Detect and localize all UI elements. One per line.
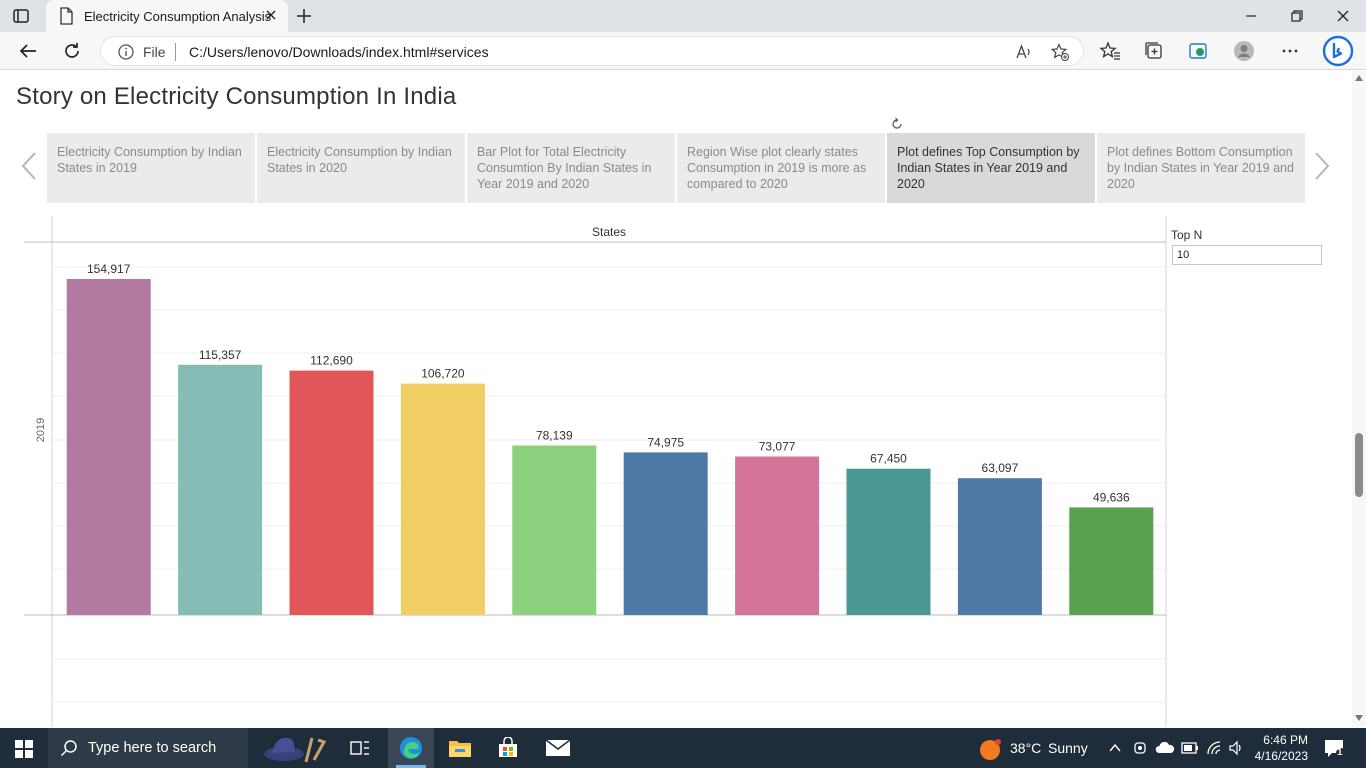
bar-2[interactable] xyxy=(178,364,263,615)
clock-time: 6:46 PM xyxy=(1263,733,1308,747)
bing-copilot-icon[interactable] xyxy=(1322,35,1354,67)
wifi-icon[interactable] xyxy=(1206,740,1222,756)
story-point-6[interactable]: Plot defines Bottom Consumption by India… xyxy=(1097,133,1305,203)
volume-icon[interactable] xyxy=(1228,740,1244,756)
story-page: Story on Electricity Consumption In Indi… xyxy=(0,71,1352,727)
bar-10[interactable] xyxy=(1069,507,1154,615)
edge-taskbar-active[interactable] xyxy=(388,728,434,768)
story-point-label: Electricity Consumption by Indian States… xyxy=(267,145,452,175)
x-axis-header: States xyxy=(592,225,626,239)
favorites-icon[interactable] xyxy=(1099,40,1121,62)
read-aloud-icon[interactable] xyxy=(1015,43,1033,61)
bar-value-label: 115,357 xyxy=(199,348,242,362)
edge-extension-icon[interactable] xyxy=(1187,40,1209,62)
search-placeholder: Type here to search xyxy=(88,740,217,756)
taskbar-search-box[interactable]: Type here to search xyxy=(48,728,327,768)
omnibox-divider xyxy=(175,43,176,61)
minimize-icon[interactable] xyxy=(1241,6,1261,26)
address-bar[interactable]: File C:/Users/lenovo/Downloads/index.htm… xyxy=(100,36,1084,66)
bar-value-label: 67,450 xyxy=(870,452,907,466)
battery-icon[interactable] xyxy=(1181,742,1199,754)
file-explorer-icon[interactable] xyxy=(448,738,472,758)
bar-value-label: 73,077 xyxy=(759,440,796,454)
new-tab-icon[interactable] xyxy=(294,6,314,26)
weather-sun-icon[interactable] xyxy=(979,737,1003,761)
browser-tab[interactable]: Electricity Consumption Analysis xyxy=(46,0,288,32)
bar-3[interactable] xyxy=(289,370,374,615)
task-view-icon[interactable] xyxy=(350,739,370,757)
page-scrollbar[interactable] xyxy=(1352,71,1366,727)
row-header-year: 2019 xyxy=(35,418,47,442)
story-navigator: Electricity Consumption by Indian States… xyxy=(47,133,1305,203)
story-title: Story on Electricity Consumption In Indi… xyxy=(16,83,457,110)
story-point-1[interactable]: Electricity Consumption by Indian States… xyxy=(47,133,255,203)
bar-7[interactable] xyxy=(735,456,820,616)
story-point-label: Electricity Consumption by Indian States… xyxy=(57,145,242,175)
restore-icon[interactable] xyxy=(1287,6,1307,26)
search-highlight-hat-icon xyxy=(264,737,327,763)
mail-icon[interactable] xyxy=(545,739,571,757)
system-clock[interactable]: 6:46 PM 4/16/2023 xyxy=(1255,732,1308,764)
story-point-label: Plot defines Bottom Consumption by India… xyxy=(1107,145,1294,191)
windows-taskbar: Type here to search 38°C Sunny 6:46 PM 4… xyxy=(0,728,1366,768)
bar-series xyxy=(66,279,1154,616)
scroll-down-icon[interactable] xyxy=(1355,715,1363,721)
tab-actions-icon[interactable] xyxy=(12,7,30,25)
windows-start-icon[interactable] xyxy=(15,740,33,758)
microsoft-store-icon[interactable] xyxy=(497,737,519,759)
story-point-5-active[interactable]: Plot defines Top Consumption by Indian S… xyxy=(887,133,1095,203)
url-text[interactable]: C:/Users/lenovo/Downloads/index.html#ser… xyxy=(189,44,489,60)
story-next-arrow-icon[interactable] xyxy=(1313,151,1331,181)
clock-date: 4/16/2023 xyxy=(1254,749,1308,763)
weather-condition: Sunny xyxy=(1048,740,1088,756)
bar-9[interactable] xyxy=(957,478,1042,615)
notification-count: 1 xyxy=(1337,747,1343,758)
bar-value-label: 78,139 xyxy=(536,429,573,443)
search-icon xyxy=(60,740,77,757)
bar-4[interactable] xyxy=(400,383,485,615)
add-favorite-icon[interactable] xyxy=(1051,43,1069,61)
back-arrow-icon[interactable] xyxy=(17,40,39,62)
close-tab-icon[interactable] xyxy=(264,8,278,22)
weather-temperature: 38°C xyxy=(1010,740,1042,756)
bar-value-label: 106,720 xyxy=(421,367,465,381)
story-point-label: Region Wise plot clearly states Consumpt… xyxy=(687,145,867,191)
story-point-label: Plot defines Top Consumption by Indian S… xyxy=(897,145,1080,191)
close-window-icon[interactable] xyxy=(1333,6,1353,26)
bar-1[interactable] xyxy=(66,279,151,615)
collections-icon[interactable] xyxy=(1143,40,1165,62)
onedrive-cloud-icon[interactable] xyxy=(1155,742,1175,754)
browser-titlebar: Electricity Consumption Analysis xyxy=(0,0,1366,32)
scroll-thumb[interactable] xyxy=(1355,433,1363,497)
top-consumption-bar-chart: States 2019 154,917 115,357 112,690 106,720… xyxy=(24,216,1167,727)
bar-value-label: 112,690 xyxy=(310,354,353,368)
tray-chevron-up-icon[interactable] xyxy=(1108,741,1122,755)
profile-avatar-icon[interactable] xyxy=(1233,40,1255,62)
bar-8[interactable] xyxy=(846,468,931,615)
bar-value-label: 49,636 xyxy=(1093,490,1130,504)
bar-5[interactable] xyxy=(512,445,597,616)
story-prev-arrow-icon[interactable] xyxy=(20,151,38,181)
revert-icon[interactable] xyxy=(890,117,904,131)
edge-browser-icon xyxy=(400,737,422,759)
story-point-label: Bar Plot for Total Electricity Consumtio… xyxy=(477,145,652,191)
story-point-2[interactable]: Electricity Consumption by Indian States… xyxy=(257,133,465,203)
bar-value-label: 74,975 xyxy=(647,435,684,449)
meet-now-icon[interactable] xyxy=(1133,740,1147,756)
page-icon xyxy=(60,7,73,25)
bar-6[interactable] xyxy=(623,452,708,615)
story-point-3[interactable]: Bar Plot for Total Electricity Consumtio… xyxy=(467,133,675,203)
refresh-icon[interactable] xyxy=(61,40,83,62)
tab-title: Electricity Consumption Analysis xyxy=(84,9,272,24)
more-options-icon[interactable] xyxy=(1279,40,1301,62)
bar-value-label: 63,097 xyxy=(982,461,1019,475)
url-scheme-label: File xyxy=(143,44,166,60)
info-icon[interactable] xyxy=(117,43,135,61)
story-point-4[interactable]: Region Wise plot clearly states Consumpt… xyxy=(677,133,885,203)
bar-value-label: 154,917 xyxy=(87,262,131,276)
scroll-up-icon[interactable] xyxy=(1355,75,1363,81)
